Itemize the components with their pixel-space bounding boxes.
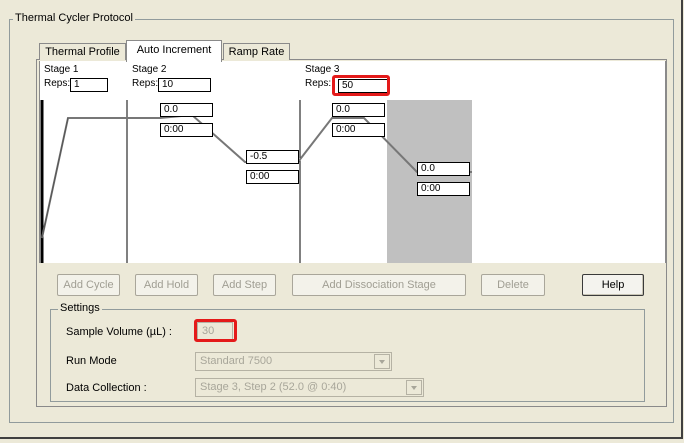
run-mode-value: Standard 7500 [200, 355, 273, 367]
add-step-button[interactable]: Add Step [213, 274, 276, 296]
step-4-temp[interactable]: 0.0 [417, 162, 470, 176]
stage-1-reps-input[interactable]: 1 [70, 78, 108, 92]
data-collection-select[interactable]: Stage 3, Step 2 (52.0 @ 0:40) [195, 378, 424, 397]
step-1-time[interactable]: 0:00 [160, 123, 213, 137]
delete-button[interactable]: Delete [481, 274, 545, 296]
stage-3-reps-highlight [332, 75, 390, 96]
sample-volume-label: Sample Volume (µL) : [66, 326, 172, 338]
step-3-temp[interactable]: 0.0 [332, 103, 385, 117]
tab-ramp-rate[interactable]: Ramp Rate [223, 43, 290, 60]
step-2-temp[interactable]: -0.5 [246, 150, 299, 164]
run-mode-label: Run Mode [66, 355, 117, 367]
stage-1-label: Stage 1 [44, 64, 79, 75]
thermal-profile-panel[interactable]: Stage 1 Reps: 1 Stage 2 Reps: 10 Stage 3… [39, 61, 666, 263]
groupbox-title: Thermal Cycler Protocol [13, 12, 135, 25]
run-mode-select[interactable]: Standard 7500 [195, 352, 392, 371]
step-3-time[interactable]: 0:00 [332, 123, 385, 137]
sample-volume-highlight [194, 319, 237, 342]
step-2-time[interactable]: 0:00 [246, 170, 299, 184]
stage-2-label: Stage 2 [132, 64, 167, 75]
add-hold-button[interactable]: Add Hold [135, 274, 198, 296]
stage-2-reps-input[interactable]: 10 [158, 78, 211, 92]
add-dissociation-stage-button[interactable]: Add Dissociation Stage [292, 274, 466, 296]
add-cycle-button[interactable]: Add Cycle [57, 274, 120, 296]
chevron-down-icon[interactable] [374, 354, 390, 369]
settings-title: Settings [58, 302, 102, 315]
step-1-temp[interactable]: 0.0 [160, 103, 213, 117]
tab-thermal-profile[interactable]: Thermal Profile [39, 43, 126, 60]
data-collection-value: Stage 3, Step 2 (52.0 @ 0:40) [200, 381, 347, 393]
stage-3-reps-label: Reps: [305, 78, 332, 89]
help-button[interactable]: Help [582, 274, 644, 296]
stage-2-reps-label: Reps: [132, 78, 159, 89]
tab-auto-increment[interactable]: Auto Increment [126, 40, 222, 62]
stage-1-reps-label: Reps: [44, 78, 71, 89]
chevron-down-icon[interactable] [406, 380, 422, 395]
data-collection-label: Data Collection : [66, 382, 147, 394]
stage-3-label: Stage 3 [305, 64, 340, 75]
step-4-time[interactable]: 0:00 [417, 182, 470, 196]
